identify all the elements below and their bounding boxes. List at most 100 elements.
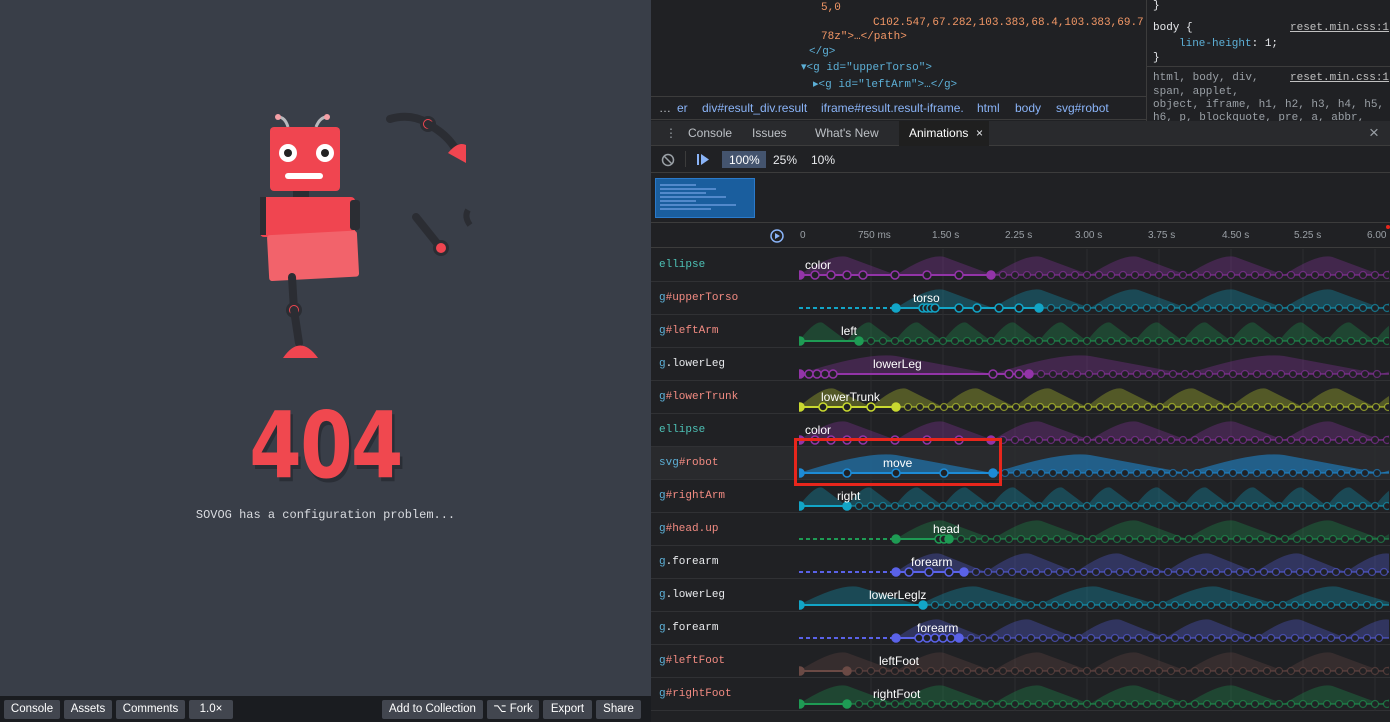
- keyframe-marker[interactable]: [799, 666, 805, 676]
- keyframe-marker[interactable]: [842, 666, 852, 676]
- fork-button[interactable]: ⌥ Fork: [487, 700, 539, 719]
- keyframe-marker[interactable]: [972, 303, 982, 313]
- animation-track[interactable]: [799, 249, 1389, 282]
- keyframe-marker[interactable]: [891, 534, 901, 544]
- replay-icon[interactable]: [769, 228, 785, 244]
- keyframe-marker[interactable]: [1014, 303, 1024, 313]
- keyframe-marker[interactable]: [810, 435, 820, 445]
- zoom-button[interactable]: 1.0×: [189, 700, 233, 719]
- speed-25-button[interactable]: 25%: [773, 153, 797, 167]
- row-node-label[interactable]: ellipse: [659, 424, 705, 436]
- keyframe-marker[interactable]: [944, 567, 954, 577]
- keyframe-marker[interactable]: [826, 270, 836, 280]
- keyframe-marker[interactable]: [842, 468, 852, 478]
- breadcrumb-item[interactable]: iframe#result.result-iframe.: [821, 101, 964, 115]
- breadcrumb-item[interactable]: body: [1015, 101, 1041, 115]
- keyframe-marker[interactable]: [820, 369, 830, 379]
- tab-animations[interactable]: Animations ×: [899, 121, 989, 146]
- console-button[interactable]: Console: [4, 700, 60, 719]
- keyframe-marker[interactable]: [842, 270, 852, 280]
- keyframe-marker[interactable]: [858, 435, 868, 445]
- source-line[interactable]: 78z">…</path>: [821, 31, 907, 44]
- keyframe-marker[interactable]: [804, 369, 814, 379]
- tab-issues[interactable]: Issues: [752, 126, 787, 140]
- keyframe-marker[interactable]: [810, 270, 820, 280]
- breadcrumb-item[interactable]: div#result_div.result: [702, 101, 807, 115]
- share-button[interactable]: Share: [596, 700, 641, 719]
- animation-track[interactable]: [799, 612, 1389, 645]
- row-node-label[interactable]: g.forearm: [659, 622, 718, 634]
- animation-row[interactable]: g#upperTorso torso: [651, 282, 1390, 315]
- animation-row[interactable]: g.forearm forearm: [651, 546, 1390, 579]
- kebab-menu-icon[interactable]: ⋮: [665, 126, 677, 140]
- keyframe-marker[interactable]: [930, 303, 940, 313]
- keyframe-marker[interactable]: [799, 369, 805, 379]
- source-line[interactable]: ▾<g id="upperTorso">: [801, 62, 932, 75]
- animation-row[interactable]: svg#robot move: [651, 447, 1390, 480]
- comments-button[interactable]: Comments: [116, 700, 185, 719]
- keyframe-marker[interactable]: [799, 402, 805, 412]
- keyframe-marker[interactable]: [818, 402, 828, 412]
- keyframe-marker[interactable]: [799, 699, 805, 709]
- keyframe-marker[interactable]: [918, 600, 928, 610]
- keyframe-marker[interactable]: [954, 303, 964, 313]
- animation-row[interactable]: g#head.up head: [651, 513, 1390, 546]
- keyframe-marker[interactable]: [842, 435, 852, 445]
- animation-track[interactable]: [799, 414, 1389, 447]
- animation-track[interactable]: [799, 480, 1389, 513]
- row-node-label[interactable]: g.forearm: [659, 556, 718, 568]
- keyframe-marker[interactable]: [922, 435, 932, 445]
- keyframe-marker[interactable]: [938, 633, 948, 643]
- keyframe-marker[interactable]: [891, 633, 901, 643]
- row-node-label[interactable]: g#head.up: [659, 523, 718, 535]
- keyframe-marker[interactable]: [922, 633, 932, 643]
- keyframe-marker[interactable]: [891, 468, 901, 478]
- row-node-label[interactable]: g#leftFoot: [659, 655, 725, 667]
- keyframe-marker[interactable]: [988, 369, 998, 379]
- keyframe-marker[interactable]: [799, 468, 805, 478]
- source-line[interactable]: </g>: [809, 46, 835, 59]
- breadcrumb-more[interactable]: …: [659, 101, 671, 115]
- keyframe-marker[interactable]: [866, 402, 876, 412]
- rule-selector[interactable]: html, body, div,: [1153, 72, 1259, 84]
- keyframe-marker[interactable]: [946, 633, 956, 643]
- keyframe-marker[interactable]: [914, 633, 924, 643]
- keyframe-marker[interactable]: [799, 600, 805, 610]
- animation-track[interactable]: [799, 513, 1389, 546]
- row-node-label[interactable]: ellipse: [659, 259, 705, 271]
- keyframe-marker[interactable]: [799, 270, 805, 280]
- keyframe-marker[interactable]: [799, 501, 805, 511]
- add-to-collection-button[interactable]: Add to Collection: [382, 700, 483, 719]
- assets-button[interactable]: Assets: [64, 700, 112, 719]
- rule-selector[interactable]: body {: [1153, 22, 1193, 34]
- keyframe-marker[interactable]: [891, 567, 901, 577]
- keyframe-marker[interactable]: [812, 369, 822, 379]
- keyframe-marker[interactable]: [891, 303, 901, 313]
- keyframe-marker[interactable]: [826, 435, 836, 445]
- row-node-label[interactable]: g.lowerLeg: [659, 589, 725, 601]
- animation-row[interactable]: g#lowerTrunk lowerTrunk: [651, 381, 1390, 414]
- keyframe-marker[interactable]: [1004, 369, 1014, 379]
- keyframe-marker[interactable]: [842, 402, 852, 412]
- keyframe-marker[interactable]: [954, 633, 964, 643]
- animation-row[interactable]: g#rightFoot rightFoot: [651, 678, 1390, 711]
- rule-source-link[interactable]: reset.min.css:1: [1290, 72, 1389, 84]
- animation-row[interactable]: g.lowerLeg lowerLeg: [651, 348, 1390, 381]
- keyframe-marker[interactable]: [891, 402, 901, 412]
- animation-row[interactable]: g#leftArm left: [651, 315, 1390, 348]
- close-tab-icon[interactable]: ×: [976, 126, 983, 140]
- keyframe-marker[interactable]: [954, 270, 964, 280]
- row-node-label[interactable]: svg#robot: [659, 457, 718, 469]
- keyframe-marker[interactable]: [1024, 369, 1034, 379]
- animation-row[interactable]: g.lowerLeg lowerLeglz: [651, 579, 1390, 612]
- keyframe-marker[interactable]: [842, 501, 852, 511]
- keyframe-marker[interactable]: [854, 336, 864, 346]
- keyframe-marker[interactable]: [890, 270, 900, 280]
- animation-row[interactable]: g#rightArm right: [651, 480, 1390, 513]
- breadcrumb-item[interactable]: html: [977, 101, 1000, 115]
- animation-track[interactable]: [799, 381, 1389, 414]
- row-node-label[interactable]: g#rightArm: [659, 490, 725, 502]
- row-node-label[interactable]: g#rightFoot: [659, 688, 732, 700]
- animation-row[interactable]: ellipse color: [651, 414, 1390, 447]
- keyframe-marker[interactable]: [988, 468, 998, 478]
